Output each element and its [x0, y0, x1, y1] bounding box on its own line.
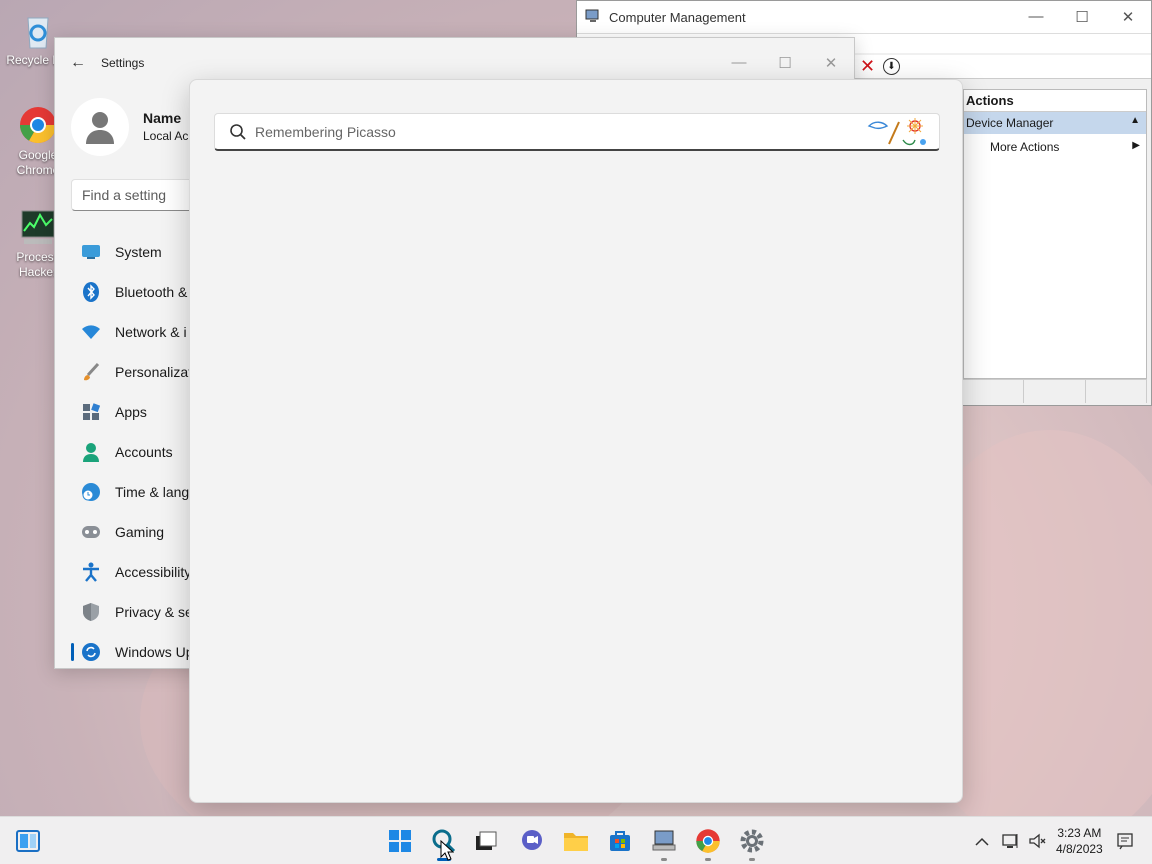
globe-clock-icon — [81, 482, 101, 502]
maximize-icon[interactable]: ☐ — [1059, 8, 1105, 26]
settings-gear-icon[interactable] — [736, 825, 768, 861]
monitor-icon — [81, 242, 101, 262]
settings-title: Settings — [101, 56, 145, 70]
nav-label: Time & lang — [115, 484, 190, 500]
shield-icon — [81, 602, 101, 622]
download-icon[interactable]: ⬇ — [883, 58, 900, 75]
cm-status-bar — [963, 379, 1147, 403]
store-icon[interactable] — [604, 825, 636, 857]
update-icon — [81, 642, 101, 662]
start-icon[interactable] — [384, 825, 416, 857]
taskbar-clock[interactable]: 3:23 AM 4/8/2023 — [1056, 825, 1103, 857]
actions-header: Actions — [964, 90, 1146, 112]
apps-icon — [81, 402, 101, 422]
accessibility-icon — [81, 562, 101, 582]
cm-actions-pane: Actions Device Manager ▲ More Actions ▶ — [963, 89, 1147, 379]
nav-label: Gaming — [115, 524, 165, 540]
person-icon — [81, 442, 101, 462]
notification-icon[interactable] — [1116, 817, 1134, 864]
minimize-icon[interactable]: — — [716, 54, 762, 72]
bluetooth-icon — [81, 282, 101, 302]
search-icon — [230, 123, 246, 140]
chrome-icon[interactable] — [692, 825, 724, 861]
nav-label: Windows Up — [115, 644, 194, 660]
person-icon — [86, 112, 114, 144]
nav-label: Accessibility — [115, 564, 192, 580]
cm-title: Computer Management — [609, 9, 746, 25]
search-input[interactable] — [255, 123, 815, 140]
search-flyout — [189, 79, 963, 803]
maximize-icon[interactable]: ☐ — [762, 54, 808, 72]
running-indicator — [661, 858, 667, 861]
mouse-cursor-icon — [440, 840, 454, 861]
running-indicator — [749, 858, 755, 861]
profile-account-type: Local Ac — [143, 129, 189, 143]
delete-icon[interactable]: ✕ — [860, 56, 875, 77]
close-icon[interactable]: ✕ — [1105, 8, 1151, 26]
process-hacker-icon — [18, 207, 58, 247]
clock-time: 3:23 AM — [1057, 826, 1102, 840]
computer-management-icon[interactable] — [648, 825, 680, 861]
chevron-right-icon: ▶ — [1132, 140, 1140, 151]
network-icon[interactable] — [1002, 817, 1020, 864]
nav-label: Personalizat — [115, 364, 193, 380]
action-device-manager[interactable]: Device Manager ▲ — [964, 112, 1146, 134]
profile-card[interactable]: Name Local Ac — [71, 98, 188, 156]
computer-management-icon — [585, 8, 601, 27]
minimize-icon[interactable]: — — [1013, 8, 1059, 26]
volume-muted-icon[interactable] — [1028, 817, 1046, 864]
more-actions-item[interactable]: More Actions ▶ — [964, 134, 1146, 154]
search-box[interactable] — [214, 113, 940, 151]
action-label: Device Manager — [966, 116, 1054, 130]
nav-label: Privacy & se — [115, 604, 193, 620]
avatar — [71, 98, 129, 156]
widgets-icon[interactable] — [12, 825, 44, 857]
nav-label: Accounts — [115, 444, 173, 460]
gamepad-icon — [81, 522, 101, 542]
clock-date: 4/8/2023 — [1056, 842, 1103, 856]
teams-chat-icon[interactable] — [516, 825, 548, 857]
running-indicator — [705, 858, 711, 861]
nav-label: Bluetooth & — [115, 284, 188, 300]
picasso-doodle-icon — [867, 118, 926, 146]
more-actions-label: More Actions — [990, 140, 1060, 154]
wifi-icon — [81, 322, 101, 342]
nav-label: Apps — [115, 404, 147, 420]
task-view-icon[interactable] — [470, 825, 502, 857]
tray-chevron-up-icon[interactable] — [974, 817, 990, 864]
nav-label: Network & i — [115, 324, 187, 340]
brush-icon — [81, 362, 101, 382]
close-icon[interactable]: ✕ — [808, 54, 854, 72]
recycle-bin-icon — [18, 10, 58, 50]
cm-titlebar[interactable]: Computer Management — ☐ ✕ — [577, 1, 1151, 33]
file-explorer-icon[interactable] — [560, 825, 592, 857]
back-arrow-icon[interactable]: ← — [55, 54, 101, 72]
collapse-up-icon[interactable]: ▲ — [1130, 115, 1140, 126]
taskbar: 3:23 AM 4/8/2023 — [0, 816, 1152, 864]
profile-name: Name — [143, 110, 182, 126]
chrome-icon — [18, 105, 58, 145]
nav-label: System — [115, 244, 162, 260]
